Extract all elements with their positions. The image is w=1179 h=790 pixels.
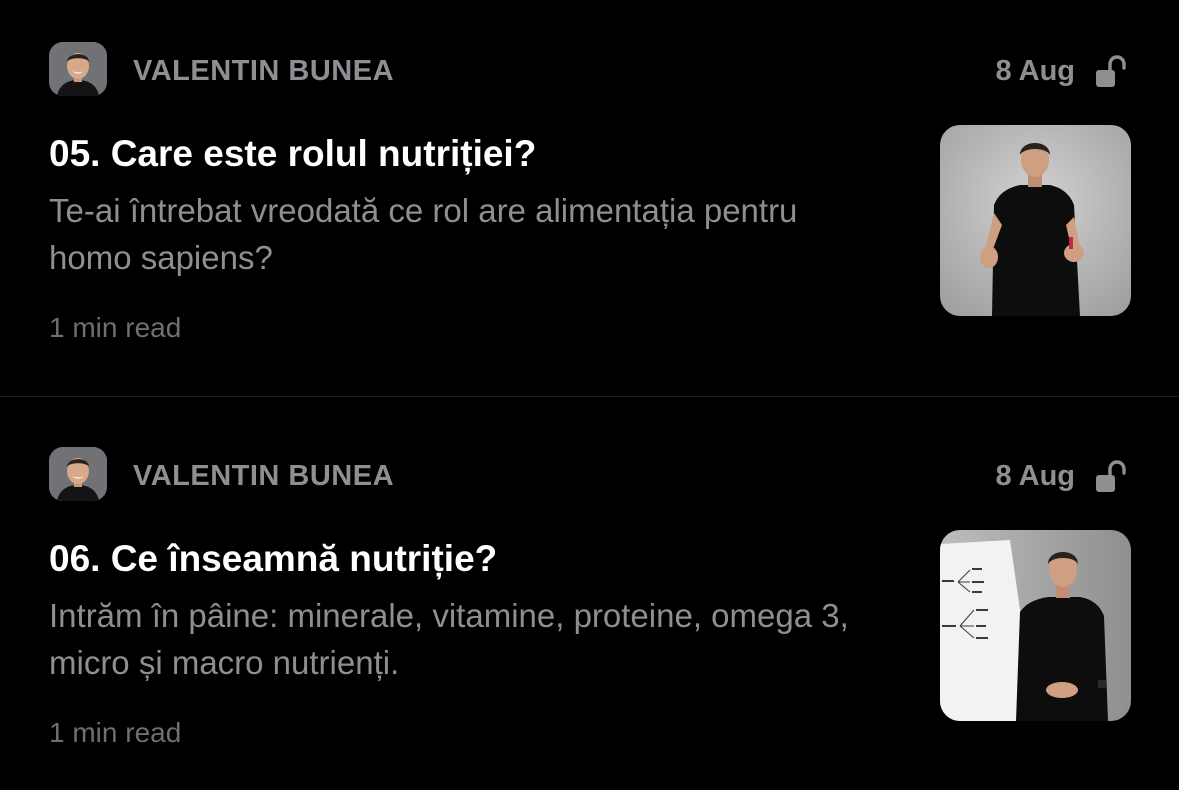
read-time: 1 min read (49, 717, 182, 748)
post-date: 8 Aug (995, 55, 1075, 87)
author-name[interactable]: VALENTIN BUNEA (133, 55, 394, 87)
post-date: 8 Aug (995, 460, 1075, 492)
post-thumbnail[interactable] (940, 530, 1131, 721)
post-card[interactable]: VALENTIN BUNEA 8 Aug 05. Care este rolul… (0, 0, 1179, 396)
post-title[interactable]: 05. Care este rolul nutriției? (49, 132, 536, 176)
post-description: Te-ai întrebat vreodată ce rol are alime… (49, 192, 798, 276)
post-feed: VALENTIN BUNEA 8 Aug 05. Care este rolul… (0, 0, 1179, 790)
unlocked-padlock-icon (1093, 54, 1129, 90)
author-avatar[interactable] (49, 42, 107, 96)
author-name[interactable]: VALENTIN BUNEA (133, 460, 394, 492)
post-thumbnail[interactable] (940, 125, 1131, 316)
post-title[interactable]: 06. Ce înseamnă nutriție? (49, 537, 497, 581)
post-divider (0, 396, 1179, 397)
post-card[interactable]: VALENTIN BUNEA 8 Aug 06. Ce înseamnă nut… (0, 405, 1179, 790)
post-description: Intrăm în pâine: minerale, vitamine, pro… (49, 597, 849, 681)
read-time: 1 min read (49, 312, 182, 343)
author-avatar[interactable] (49, 447, 107, 501)
unlocked-padlock-icon (1093, 459, 1129, 495)
